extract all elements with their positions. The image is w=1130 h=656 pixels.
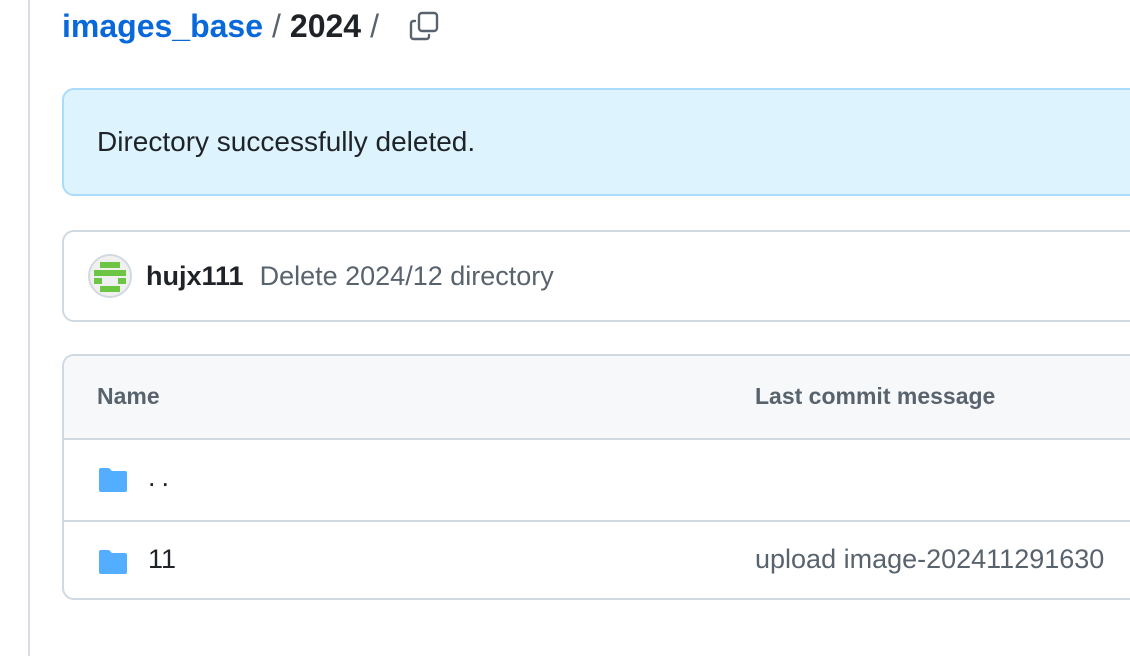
copy-icon: [409, 11, 439, 41]
breadcrumb: images_base / 2024 /: [62, 4, 442, 48]
flash-notice: Directory successfully deleted.: [62, 88, 1130, 196]
breadcrumb-current: 2024: [289, 7, 362, 44]
column-header-name: Name: [97, 383, 160, 409]
folder-icon: [99, 550, 127, 574]
identicon-avatar: [90, 256, 130, 296]
commit-author-link[interactable]: hujx111: [146, 261, 244, 292]
parent-directory-link[interactable]: ..: [148, 462, 175, 493]
file-table: Name Last commit message .. 11 upload im…: [62, 354, 1130, 600]
table-row[interactable]: ..: [64, 440, 1130, 522]
directory-link-11[interactable]: 11: [148, 544, 176, 575]
table-row[interactable]: 11 upload image-202411291630: [64, 522, 1130, 598]
table-header: Name Last commit message: [64, 356, 1130, 440]
breadcrumb-trailing-separator: /: [370, 7, 379, 44]
row-commit-message[interactable]: upload image-202411291630: [755, 544, 1104, 575]
left-divider: [28, 0, 30, 656]
copy-path-button[interactable]: [406, 8, 442, 44]
commit-message-link[interactable]: Delete 2024/12 directory: [260, 261, 554, 292]
flash-message: Directory successfully deleted.: [97, 126, 476, 157]
breadcrumb-root-link[interactable]: images_base: [62, 8, 263, 45]
column-header-last-commit-message: Last commit message: [755, 383, 996, 409]
page: images_base / 2024 / Directory successfu…: [0, 0, 1130, 656]
folder-icon: [99, 468, 127, 492]
breadcrumb-separator: /: [272, 7, 281, 44]
latest-commit-box: hujx111 Delete 2024/12 directory: [62, 230, 1130, 322]
avatar[interactable]: [88, 254, 132, 298]
